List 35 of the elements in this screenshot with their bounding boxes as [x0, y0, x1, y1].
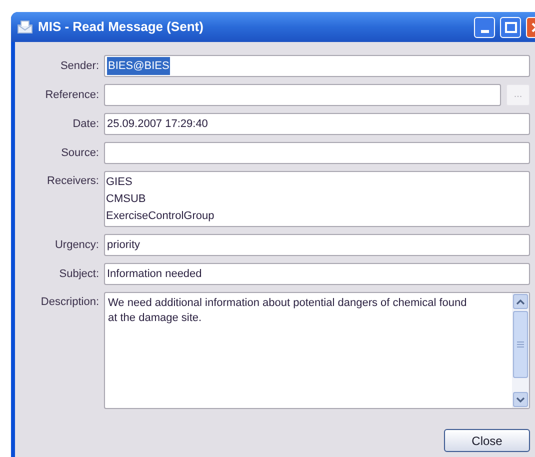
text-field[interactable] [104, 142, 530, 164]
text-field[interactable] [104, 84, 501, 106]
list-item[interactable]: CMSUB [106, 191, 528, 208]
description-area[interactable]: We need additional information about potential dangers of chemical found at the damage site. [104, 292, 530, 409]
field-label: Source: [61, 146, 99, 161]
field-label: Urgency: [54, 238, 99, 253]
text-field[interactable]: 25.09.2007 17:29:40 [104, 113, 530, 135]
scrollbar[interactable] [512, 293, 529, 408]
close-button[interactable]: Close [444, 429, 530, 452]
scroll-up-icon[interactable] [513, 294, 528, 309]
field-label: Reference: [45, 88, 99, 103]
window-title: MIS - Read Message (Sent) [38, 18, 204, 36]
text-field[interactable]: priority [104, 234, 530, 256]
text-field[interactable]: BIES@BIES [104, 55, 530, 77]
maximize-icon [504, 22, 516, 32]
field-label: Sender: [60, 58, 99, 74]
field-value: Information needed [107, 266, 202, 282]
list-item[interactable]: GIES [106, 174, 528, 191]
maximize-button[interactable] [500, 16, 521, 38]
envelope-icon [17, 20, 33, 34]
list-item[interactable]: ExerciseControlGroup [106, 208, 528, 225]
minimize-icon [480, 30, 488, 32]
field-label: Subject: [59, 266, 99, 282]
text-field[interactable]: Information needed [104, 263, 530, 285]
field-value: 25.09.2007 17:29:40 [107, 116, 208, 132]
field-label: Receivers: [47, 174, 99, 189]
field-label: Date: [72, 116, 99, 132]
field-label: Description: [40, 295, 99, 310]
minimize-button[interactable] [474, 16, 495, 38]
field-value: priority [107, 238, 140, 253]
description-text: We need additional information about potential dangers of chemical found at the damage site. [108, 296, 468, 326]
receivers-list[interactable]: GIES CMSUB ExerciseControlGroup [104, 171, 530, 227]
field-value: BIES@BIES [107, 56, 170, 76]
scroll-down-icon[interactable] [513, 392, 528, 407]
scroll-thumb[interactable] [513, 311, 528, 378]
